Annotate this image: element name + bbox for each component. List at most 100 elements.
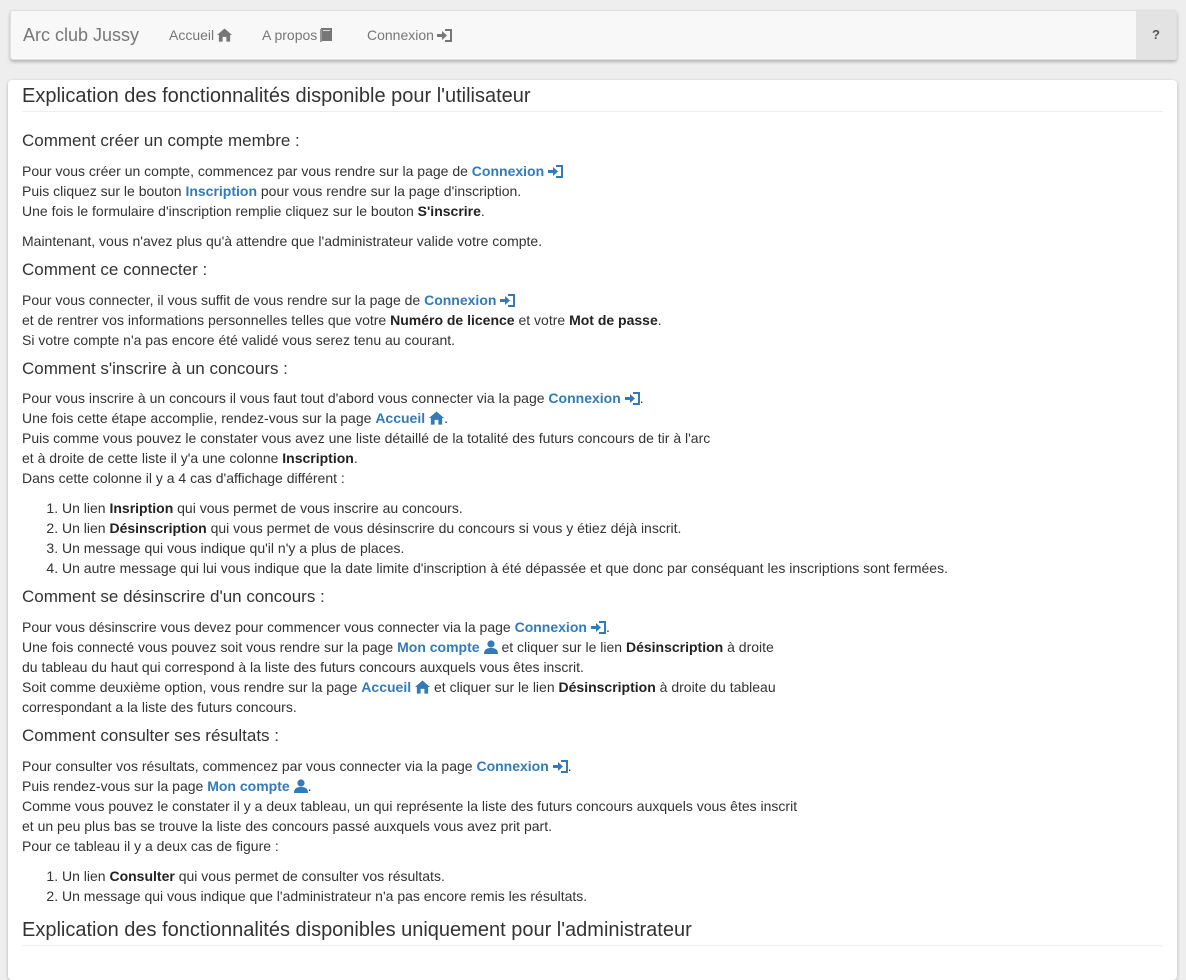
bold-text: Insription xyxy=(109,500,174,516)
nav-accueil[interactable]: Accueil xyxy=(169,11,233,59)
text: Pour vous inscrire à un concours il vous… xyxy=(22,390,549,406)
nav-apropos[interactable]: A propos xyxy=(262,11,333,59)
bold-text: S'inscrire xyxy=(417,203,481,219)
text: qui vous permet de vous désinscrire du c… xyxy=(206,520,682,536)
text: à droite xyxy=(723,639,774,655)
s2-line1: Pour vous connecter, il vous suffit de v… xyxy=(22,290,1163,310)
s5-line2: Puis rendez-vous sur la page Mon compte. xyxy=(22,776,1163,796)
s3-body: Pour vous inscrire à un concours il vous… xyxy=(22,388,1163,578)
text: Un autre message qui lui vous indique qu… xyxy=(62,560,948,576)
text: qui vous permet de consulter vos résulta… xyxy=(174,868,445,884)
s3-line5: Dans cette colonne il y a 4 cas d'affich… xyxy=(22,470,345,486)
s5-list: Un lien Consulter qui vous permet de con… xyxy=(22,866,1163,906)
s3-list: Un lien Insription qui vous permet de vo… xyxy=(22,498,1163,578)
text: Une fois le formulaire d'inscription rem… xyxy=(22,203,418,219)
s2-body: Pour vous connecter, il vous suffit de v… xyxy=(22,290,1163,350)
text: et cliquer sur le lien xyxy=(430,679,559,695)
s4-title: Comment se désinscrire d'un concours : xyxy=(22,587,325,606)
nav-connexion[interactable]: Connexion xyxy=(367,11,452,59)
s3-line3: Puis comme vous pouvez le constater vous… xyxy=(22,430,711,446)
login-icon xyxy=(552,760,568,773)
text: Pour vous créer un compte, commencez par… xyxy=(22,163,472,179)
bold-text: Désinscription xyxy=(109,520,207,536)
text: Un lien xyxy=(62,500,110,516)
accueil-link[interactable]: Accueil xyxy=(361,679,431,695)
login-icon xyxy=(624,392,640,405)
link-label: Mon compte xyxy=(207,778,290,794)
link-label: Connexion xyxy=(548,390,621,406)
text: Un message qui vous indique qu'il n'y a … xyxy=(62,540,405,556)
s5-line4: et un peu plus bas se trouve la liste de… xyxy=(22,818,552,834)
link-label: Mon compte xyxy=(397,639,480,655)
mon-compte-link[interactable]: Mon compte xyxy=(207,778,308,794)
s1-line1: Pour vous créer un compte, commencez par… xyxy=(22,161,1163,181)
accueil-link[interactable]: Accueil xyxy=(375,410,445,426)
s4-body: Pour vous désinscrire vous devez pour co… xyxy=(22,617,1163,717)
text: . xyxy=(605,619,610,635)
login-icon xyxy=(548,165,564,178)
s5-line1: Pour consulter vos résultats, commencez … xyxy=(22,756,1163,776)
link-label: Accueil xyxy=(361,679,412,695)
admin-section-title: Explication des fonctionnalités disponib… xyxy=(22,914,1163,946)
text: Une fois cette étape accomplie, rendez-v… xyxy=(22,410,376,426)
home-icon xyxy=(415,680,431,694)
help-button[interactable]: ? xyxy=(1136,11,1176,59)
text: Puis rendez-vous sur la page xyxy=(22,778,208,794)
connexion-link[interactable]: Connexion xyxy=(471,163,564,179)
nav-connexion-label: Connexion xyxy=(367,27,434,43)
text: . xyxy=(307,778,312,794)
s3-title: Comment s'inscrire à un concours : xyxy=(22,359,288,378)
login-icon xyxy=(500,294,516,307)
text: . xyxy=(657,312,662,328)
bold-text: Mot de passe xyxy=(569,312,658,328)
s1-line2: Puis cliquez sur le bouton Inscription p… xyxy=(22,181,1163,201)
link-label: Connexion xyxy=(424,292,497,308)
bold-text: Désinscription xyxy=(625,639,724,655)
brand-link[interactable]: Arc club Jussy xyxy=(23,11,139,59)
mon-compte-link[interactable]: Mon compte xyxy=(397,639,498,655)
text: Un lien xyxy=(62,868,110,884)
navbar: Arc club Jussy Accueil A propos Connexio… xyxy=(10,10,1177,60)
s4-line2: Une fois connecté vous pouvez soit vous … xyxy=(22,637,1163,657)
s5-body: Pour consulter vos résultats, commencez … xyxy=(22,756,1163,906)
text: et à droite de cette liste il y'a une co… xyxy=(22,450,283,466)
text: à droite du tableau xyxy=(655,679,776,695)
content-panel: Explication des fonctionnalités disponib… xyxy=(8,80,1177,980)
text: Puis cliquez sur le bouton xyxy=(22,183,186,199)
s4-line4: Soit comme deuxième option, vous rendre … xyxy=(22,677,1163,697)
inscription-link[interactable]: Inscription xyxy=(185,183,257,199)
link-label: Connexion xyxy=(514,619,587,635)
s5-line3: Comme vous pouvez le constater il y a de… xyxy=(22,798,798,814)
s1-line4: Maintenant, vous n'avez plus qu'à attend… xyxy=(22,233,543,249)
s1-body: Pour vous créer un compte, commencez par… xyxy=(22,161,1163,251)
connexion-link[interactable]: Connexion xyxy=(424,292,516,308)
home-icon xyxy=(217,28,233,42)
text: . xyxy=(639,390,644,406)
text: Pour consulter vos résultats, commencez … xyxy=(22,758,477,774)
s5-line5: Pour ce tableau il y a deux cas de figur… xyxy=(22,838,279,854)
bold-text: Inscription xyxy=(282,450,354,466)
user-icon xyxy=(293,779,308,793)
text: . xyxy=(480,203,485,219)
list-item: Un autre message qui lui vous indique qu… xyxy=(62,558,1163,578)
s2-line3: Si votre compte n'a pas encore été valid… xyxy=(22,332,456,348)
text: Un lien xyxy=(62,520,110,536)
text: et de rentrer vos informations personnel… xyxy=(22,312,391,328)
user-section-title: Explication des fonctionnalités disponib… xyxy=(22,80,1163,112)
s1-line3: Une fois le formulaire d'inscription rem… xyxy=(22,201,1163,221)
nav-accueil-label: Accueil xyxy=(169,27,215,43)
text: Une fois connecté vous pouvez soit vous … xyxy=(22,639,398,655)
text: . xyxy=(444,410,449,426)
connexion-link[interactable]: Connexion xyxy=(548,390,640,406)
text: et cliquer sur le lien xyxy=(497,639,626,655)
text: Soit comme deuxième option, vous rendre … xyxy=(22,679,362,695)
link-label: Connexion xyxy=(476,758,549,774)
book-icon xyxy=(320,28,333,42)
connexion-link[interactable]: Connexion xyxy=(476,758,568,774)
s4-line5: correspondant a la liste des futurs conc… xyxy=(22,699,297,715)
s1-title: Comment créer un compte membre : xyxy=(22,131,300,150)
link-label: Connexion xyxy=(471,163,545,179)
connexion-link[interactable]: Connexion xyxy=(515,619,606,635)
text: . xyxy=(567,758,572,774)
text: qui vous permet de vous inscrire au conc… xyxy=(173,500,463,516)
